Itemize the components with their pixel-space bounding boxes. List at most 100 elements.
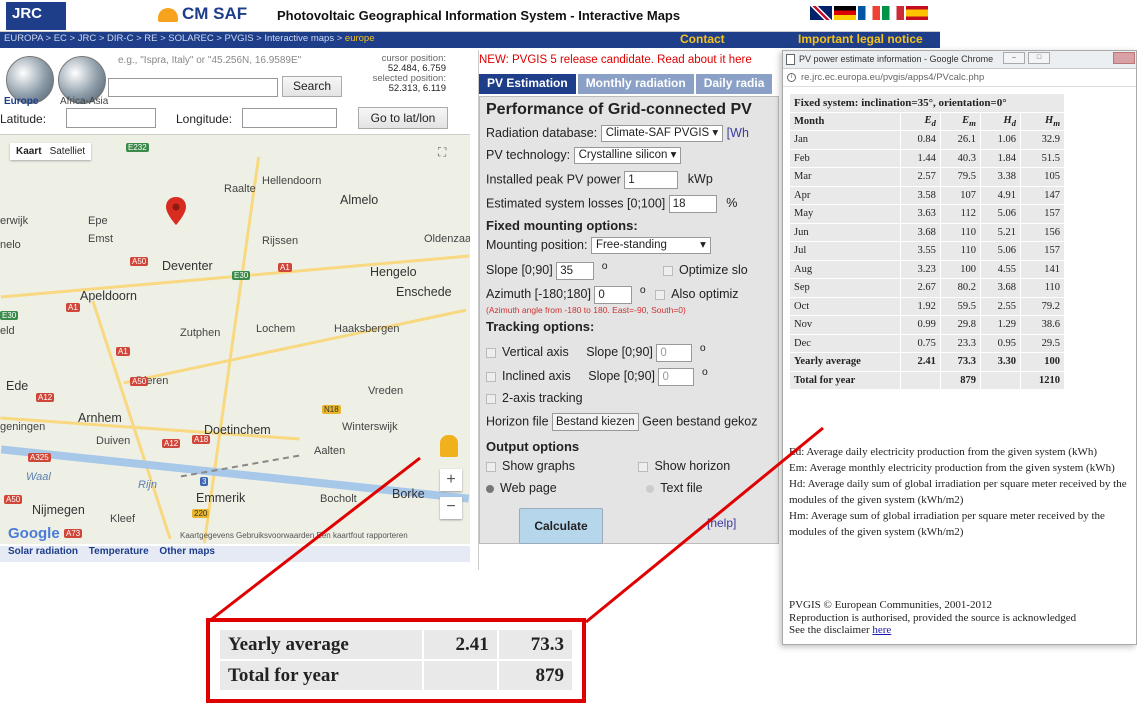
map-label: Rijssen: [262, 235, 299, 247]
horizon-file-button[interactable]: Bestand kiezen: [552, 413, 639, 431]
tab-other-maps[interactable]: Other maps: [159, 546, 215, 557]
close-icon[interactable]: [1113, 52, 1135, 64]
latitude-input[interactable]: [66, 108, 156, 128]
tab-monthly-radiation[interactable]: Monthly radiation: [577, 74, 694, 94]
disclaimer-link[interactable]: here: [872, 624, 891, 636]
location-marker-icon[interactable]: [166, 197, 186, 225]
maximize-icon[interactable]: □: [1028, 52, 1050, 64]
map-attribution[interactable]: Kaartgegevens Gebruiksvoorwaarden Een ka…: [180, 531, 408, 540]
table-cell: 157: [1020, 241, 1065, 261]
map-label: Deventer: [162, 259, 213, 273]
map-label: Apeldoorn: [80, 289, 137, 303]
tab-temperature[interactable]: Temperature: [89, 546, 149, 557]
results-legend: Ed: Average daily electricity production…: [789, 444, 1134, 540]
google-logo[interactable]: Google: [8, 525, 60, 542]
web-page-radio[interactable]: [486, 484, 494, 493]
show-graphs-checkbox[interactable]: [486, 461, 496, 472]
table-cell: 157: [1020, 204, 1065, 224]
flag-es-icon[interactable]: [906, 6, 928, 20]
region-europe-label[interactable]: Europe: [4, 96, 38, 107]
map-label: Emst: [88, 233, 114, 245]
map-label: Hengelo: [370, 265, 417, 279]
pv-technology-select[interactable]: Crystalline silicon ▾: [573, 147, 682, 164]
map-label: Aalten: [314, 445, 346, 457]
vertical-slope-input[interactable]: 0: [656, 343, 693, 362]
table-cell: 5.21: [979, 222, 1022, 242]
tab-daily-radiation[interactable]: Daily radia: [695, 74, 773, 94]
map-layer-tabs: Solar radiation Temperature Other maps: [0, 546, 470, 562]
map-type-control[interactable]: Kaart Satelliet: [10, 143, 92, 160]
site-header: JRC CM SAF Photovoltaic Geographical Inf…: [0, 0, 940, 50]
table-row: Mar 2.57 79.5 3.38 105: [789, 167, 1065, 187]
zoomed-totals-table: Yearly average 2.41 73.3 Total for year …: [218, 628, 575, 692]
url-text[interactable]: re.jrc.ec.europa.eu/pvgis/apps4/PVcalc.p…: [801, 72, 984, 83]
road-shield: A325: [28, 453, 51, 462]
text-file-radio[interactable]: [646, 484, 655, 493]
table-cell: 3.55: [899, 241, 941, 261]
minimize-icon[interactable]: –: [1003, 52, 1025, 64]
inclined-slope-input[interactable]: 0: [658, 367, 695, 386]
map-label: Winterswijk: [342, 421, 398, 433]
breadcrumb[interactable]: EUROPA > EC > JRC > DIR-C > RE > SOLAREC…: [4, 33, 375, 44]
flag-uk-icon[interactable]: [810, 6, 832, 20]
table-caption: Fixed system: inclination=35°, orientati…: [789, 93, 1065, 113]
info-icon[interactable]: i: [787, 73, 796, 82]
radiation-db-select[interactable]: Climate-SAF PVGIS ▾: [600, 125, 724, 142]
goto-latlon-button[interactable]: Go to lat/lon: [358, 107, 448, 129]
cmsaf-logo[interactable]: CM SAF: [158, 4, 247, 24]
flag-fr-icon[interactable]: [858, 6, 880, 20]
mounting-position-select[interactable]: Free-standing ▾: [590, 237, 711, 254]
fullscreen-icon[interactable]: ⛶: [438, 145, 458, 165]
cursor-position-readout: cursor position: 52.484, 6.759 selected …: [372, 53, 446, 94]
map-label: Ede: [6, 379, 29, 393]
popup-titlebar[interactable]: PV power estimate information - Google C…: [783, 51, 1136, 69]
flag-it-icon[interactable]: [882, 6, 904, 20]
table-cell: 3.68: [899, 222, 941, 242]
jrc-logo[interactable]: JRC: [6, 2, 66, 30]
legal-notice-link[interactable]: Important legal notice: [798, 32, 923, 46]
tab-solar-radiation[interactable]: Solar radiation: [8, 546, 78, 557]
region-africa-asia-label[interactable]: Africa-Asia: [60, 96, 108, 107]
table-cell: 32.9: [1020, 130, 1065, 150]
two-axis-tracking-checkbox[interactable]: [486, 393, 496, 404]
table-header-row: Month Ed Em Hd Hm: [789, 111, 1065, 131]
table-row: Apr 3.58 107 4.91 147: [789, 185, 1065, 205]
peak-power-input[interactable]: 1: [624, 171, 679, 189]
url-bar[interactable]: i re.jrc.ec.europa.eu/pvgis/apps4/PVcalc…: [783, 69, 1136, 87]
calculate-button[interactable]: Calculate: [519, 508, 603, 544]
map-canvas[interactable]: Kaart Satelliet ⛶ Raalte Hellendoorn Alme…: [0, 134, 470, 544]
table-row: May 3.63 112 5.06 157: [789, 204, 1065, 224]
road-shield: A1: [278, 263, 292, 272]
flag-de-icon[interactable]: [834, 6, 856, 20]
table-cell: 4.55: [979, 259, 1022, 279]
tab-pv-estimation[interactable]: PV Estimation: [479, 74, 576, 94]
search-input[interactable]: [108, 78, 278, 97]
row-label: Mar: [789, 167, 901, 187]
window-buttons: – □: [1003, 52, 1050, 64]
azimuth-input[interactable]: 0: [594, 285, 633, 304]
table-cell: 3.63: [899, 204, 941, 224]
map-label: Emmerik: [196, 491, 246, 505]
street-view-pegman-icon[interactable]: [440, 435, 458, 457]
road-shield: A73: [64, 529, 83, 538]
vertical-axis-checkbox[interactable]: [486, 347, 496, 358]
zoom-in-button[interactable]: +: [440, 469, 462, 491]
table-cell: 2.55: [979, 296, 1022, 316]
table-row: Dec 0.75 23.3 0.95 29.5: [789, 333, 1065, 353]
contact-link[interactable]: Contact: [680, 32, 725, 46]
inclined-axis-checkbox[interactable]: [486, 371, 496, 382]
table-cell: 0.95: [979, 333, 1022, 353]
zoom-out-button[interactable]: −: [440, 497, 462, 519]
slope-input[interactable]: 35: [556, 261, 595, 280]
optimize-slope-checkbox[interactable]: [662, 265, 673, 276]
azimuth-note: (Azimuth angle from -180 to 180. East=-9…: [486, 305, 686, 315]
also-optimize-checkbox[interactable]: [655, 289, 666, 300]
radiation-db-help-link[interactable]: [Wh: [727, 126, 749, 140]
help-link[interactable]: [help]: [707, 516, 736, 530]
search-button[interactable]: Search: [282, 76, 342, 97]
news-banner[interactable]: NEW: PVGIS 5 release candidate. Read abo…: [479, 54, 752, 66]
longitude-input[interactable]: [242, 108, 337, 128]
show-horizon-checkbox[interactable]: [638, 461, 649, 472]
system-losses-input[interactable]: 18: [668, 195, 717, 213]
table-row: Feb 1.44 40.3 1.84 51.5: [789, 148, 1065, 168]
